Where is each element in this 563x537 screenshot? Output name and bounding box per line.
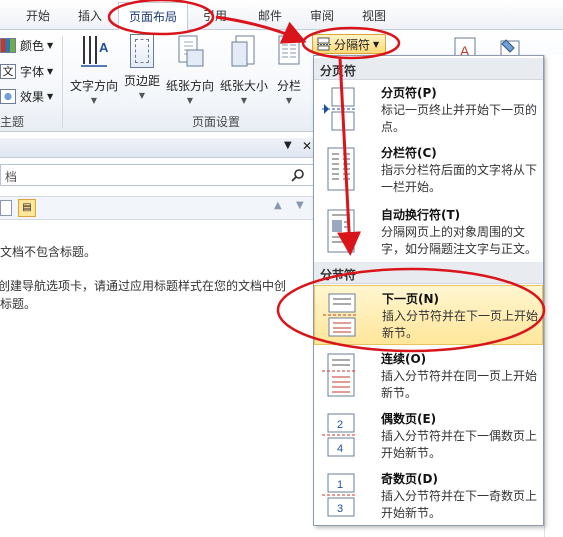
margins-button[interactable]: 页边距 ▼ (121, 34, 163, 100)
svg-text:2: 2 (337, 419, 343, 431)
menu-item-description: 指示分栏符后面的文字将从下一栏开始。 (381, 163, 538, 194)
menu-item-column-break[interactable]: 分栏符(C) 指示分栏符后面的文字将从下一栏开始。 (314, 140, 543, 200)
text-wrapping-icon (327, 209, 355, 253)
svg-text:A: A (99, 40, 109, 55)
menu-item-title: 偶数页(E) (381, 412, 437, 426)
tab-review[interactable]: 审阅 (310, 7, 334, 24)
menu-item-continuous[interactable]: 连续(O) 插入分节符并在同一页上开始新节。 (314, 346, 543, 406)
menu-item-odd-page[interactable]: 1 3 奇数页(D) 插入分节符并在下一奇数页上开始新节。 (314, 466, 543, 526)
chevron-down-icon: ▼ (47, 40, 54, 50)
menu-item-even-page[interactable]: 2 4 偶数页(E) 插入分节符并在下一偶数页上开始新节。 (314, 406, 543, 466)
menu-item-description: 插入分节符并在下一奇数页上开始新节。 (381, 489, 538, 520)
next-page-icon (323, 293, 357, 337)
theme-effects-button[interactable]: 效果 ▼ (0, 86, 53, 106)
odd-page-icon: 1 3 (322, 473, 356, 517)
section-header-section-breaks: 分节符 (314, 262, 543, 284)
menu-item-title: 自动换行符(T) (381, 208, 461, 222)
menu-item-title: 连续(O) (381, 352, 427, 366)
svg-text:1: 1 (337, 479, 343, 491)
svg-text:4: 4 (337, 443, 343, 455)
orientation-label: 纸张方向 (165, 79, 214, 93)
menu-item-next-page[interactable]: 下一页(N) 插入分节符并在下一页上开始新节。 (314, 285, 543, 345)
menu-item-page-break[interactable]: 分页符(P) 标记一页终止并开始下一页的点。 (314, 80, 543, 140)
page-size-icon (231, 35, 255, 67)
margins-label: 页边距 (123, 74, 160, 88)
document-area (544, 55, 563, 537)
tab-references[interactable]: 引用 (203, 7, 227, 24)
breaks-button[interactable]: 分隔符 ▼ (312, 34, 387, 54)
margins-icon (130, 34, 154, 68)
chevron-down-icon: ▼ (138, 91, 146, 100)
menu-item-description: 插入分节符并在下一偶数页上开始新节。 (381, 429, 538, 460)
section-header-page-breaks: 分页符 (314, 58, 543, 80)
nav-search-value: 档 (5, 170, 18, 184)
menu-item-title: 下一页(N) (382, 292, 440, 306)
tab-view[interactable]: 视图 (362, 7, 386, 24)
orientation-button[interactable]: 纸张方向 ▼ (164, 34, 216, 105)
tab-mailings[interactable]: 邮件 (258, 7, 282, 24)
chevron-down-icon: ▼ (186, 96, 194, 105)
ribbon-tab-strip: 开始 插入 页面布局 引用 邮件 审阅 视图 (0, 0, 563, 31)
nav-pane-header: ▼ ✕ (0, 138, 318, 158)
nav-message-line: 标题。 (0, 297, 37, 311)
size-label: 纸张大小 (219, 79, 268, 93)
chevron-down-icon[interactable]: ▼ (284, 140, 292, 151)
group-separator (62, 36, 63, 128)
menu-item-title: 分页符(P) (381, 86, 437, 100)
menu-item-description: 插入分节符并在下一页上开始新节。 (382, 309, 539, 340)
tab-insert[interactable]: 插入 (78, 7, 102, 24)
chevron-down-icon: ▼ (90, 96, 98, 105)
text-direction-icon: A (81, 36, 109, 67)
size-button[interactable]: 纸张大小 ▼ (217, 34, 271, 105)
search-icon[interactable] (291, 168, 305, 182)
previous-result-icon[interactable]: ▲ (274, 200, 282, 211)
nav-search-input[interactable]: 档 (0, 164, 314, 186)
nav-message-line: 文档不包含标题。 (0, 245, 97, 259)
chevron-down-icon: ▼ (373, 39, 380, 49)
menu-item-description: 标记一页终止并开始下一页的点。 (381, 103, 538, 134)
columns-button[interactable]: 分栏 ▼ (274, 34, 304, 105)
theme-fonts-button[interactable]: 文 字体 ▼ (0, 61, 53, 81)
tab-page-layout[interactable]: 页面布局 (118, 2, 189, 31)
menu-item-title: 奇数页(D) (381, 472, 438, 486)
even-page-icon: 2 4 (322, 413, 356, 457)
columns-icon (278, 35, 300, 65)
theme-effects-label: 效果 (20, 89, 45, 104)
theme-colors-label: 颜色 (20, 38, 45, 53)
column-break-icon (327, 147, 355, 191)
chevron-down-icon: ▼ (47, 66, 54, 76)
page-break-icon (322, 87, 356, 131)
theme-colors-button[interactable]: 颜色 ▼ (0, 35, 53, 55)
results-view-icon[interactable]: ▤ (18, 199, 36, 217)
orientation-icon (178, 35, 204, 67)
chevron-down-icon: ▼ (47, 91, 54, 101)
menu-item-description: 分隔网页上的对象周围的文字，如分隔题注文字与正文。 (381, 225, 538, 256)
theme-colors-icon (0, 37, 16, 53)
continuous-icon (322, 353, 356, 397)
breaks-dropdown-menu: 分页符 分页符(P) 标记一页终止并开始下一页的点。 分栏符(C) 指示分栏符后… (313, 55, 544, 526)
close-icon[interactable]: ✕ (302, 139, 312, 153)
theme-fonts-label: 字体 (20, 64, 45, 79)
text-direction-button[interactable]: A 文字方向 ▼ (68, 34, 120, 105)
menu-item-description: 插入分节符并在同一页上开始新节。 (381, 369, 538, 400)
chevron-down-icon: ▼ (240, 96, 248, 105)
group-label-page-setup: 页面设置 (192, 115, 241, 129)
next-result-icon[interactable]: ▼ (296, 200, 304, 211)
columns-label: 分栏 (276, 79, 301, 93)
menu-item-title: 分栏符(C) (381, 146, 437, 160)
menu-item-text-wrapping-break[interactable]: 自动换行符(T) 分隔网页上的对象周围的文字，如分隔题注文字与正文。 (314, 202, 543, 262)
tab-home[interactable]: 开始 (26, 7, 50, 24)
nav-pane-toolbar: ▤ ▲ ▼ (0, 196, 318, 220)
thumbnails-view-icon[interactable] (0, 200, 12, 216)
chevron-down-icon: ▼ (285, 96, 293, 105)
breaks-label: 分隔符 (334, 37, 371, 52)
text-direction-label: 文字方向 (69, 79, 118, 93)
nav-message-line: 创建导航选项卡，请通过应用标题样式在您的文档中创 (0, 279, 287, 293)
theme-fonts-icon: 文 (0, 63, 16, 79)
theme-effects-icon (0, 88, 16, 104)
svg-text:3: 3 (337, 503, 343, 515)
breaks-icon (317, 37, 331, 51)
group-label-themes: 主题 (0, 115, 25, 129)
